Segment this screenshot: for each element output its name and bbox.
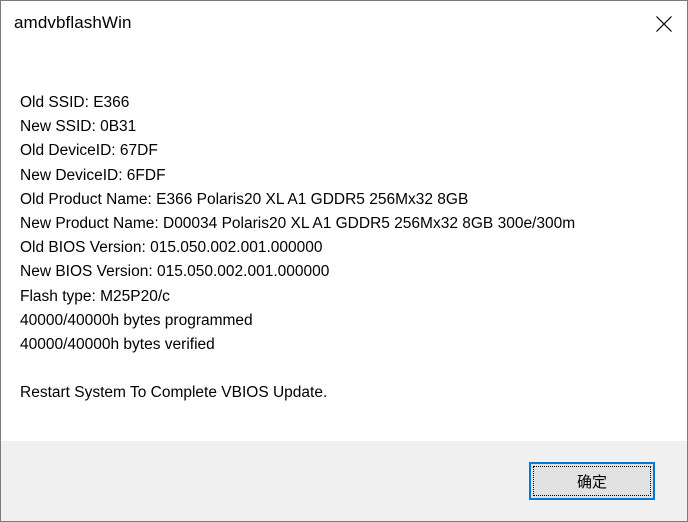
message-line: New DeviceID: 6FDF xyxy=(20,166,166,184)
message-line: Old DeviceID: 67DF xyxy=(20,142,158,160)
title-bar[interactable]: amdvbflashWin xyxy=(1,1,687,47)
message-dialog: amdvbflashWin Old SSID: E366 New SSID: 0… xyxy=(0,0,688,522)
button-bar: 确定 xyxy=(1,441,687,521)
restart-notice: Restart System To Complete VBIOS Update. xyxy=(20,384,328,402)
message-line: New SSID: 0B31 xyxy=(20,118,137,136)
message-line: New Product Name: D00034 Polaris20 XL A1… xyxy=(20,214,576,232)
message-line: Flash type: M25P20/c xyxy=(20,287,170,305)
close-icon xyxy=(656,16,672,32)
message-line: Old BIOS Version: 015.050.002.001.000000 xyxy=(20,239,323,257)
message-line: 40000/40000h bytes verified xyxy=(20,335,215,353)
message-line: 40000/40000h bytes programmed xyxy=(20,311,253,329)
close-button[interactable] xyxy=(641,1,687,47)
ok-button[interactable]: 确定 xyxy=(529,462,655,500)
message-line: New BIOS Version: 015.050.002.001.000000 xyxy=(20,263,330,281)
ok-button-label: 确定 xyxy=(576,472,607,491)
message-line: Old Product Name: E366 Polaris20 XL A1 G… xyxy=(20,190,469,208)
message-body: Old SSID: E366 New SSID: 0B31 Old Device… xyxy=(20,91,670,405)
message-line: Old SSID: E366 xyxy=(20,94,130,111)
window-title: amdvbflashWin xyxy=(14,13,132,32)
